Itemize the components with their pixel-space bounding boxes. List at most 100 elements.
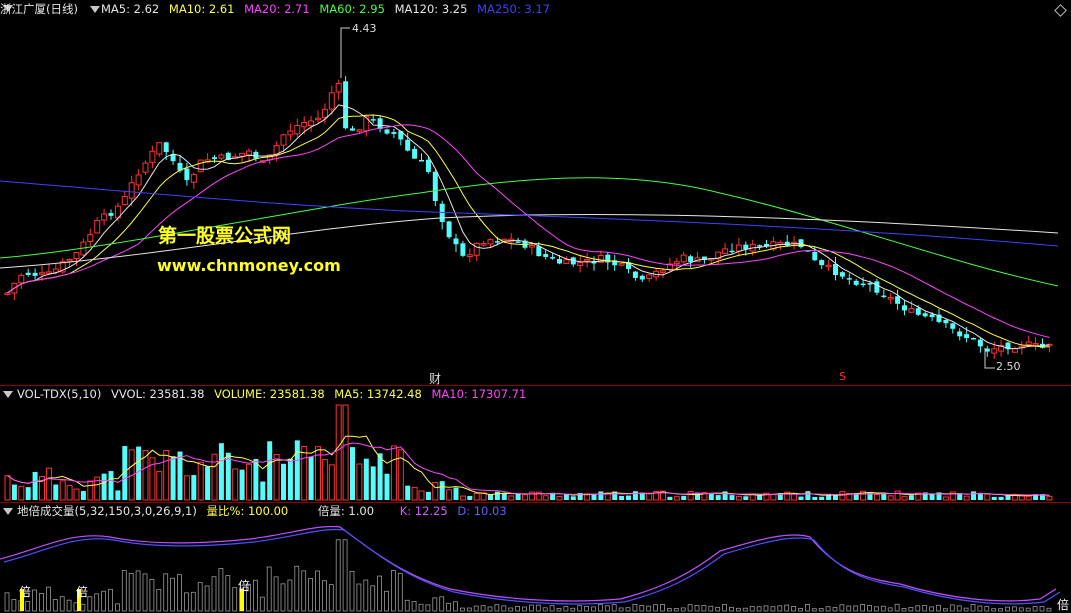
ratio-bar	[183, 592, 189, 612]
candlestick	[853, 278, 859, 287]
ratio-bar	[894, 603, 900, 612]
ratio-bar	[52, 599, 58, 612]
ratio-bar	[80, 603, 86, 612]
candlestick	[722, 242, 729, 254]
vol-ma5-value: MA5: 13742.48	[334, 387, 422, 401]
volume-bar	[418, 490, 425, 501]
volume-bar	[1018, 495, 1025, 501]
ratio-bar	[846, 605, 852, 612]
volume-bar	[984, 493, 991, 501]
ratio-bar	[494, 604, 500, 612]
ratio-bar	[149, 578, 155, 612]
volume-bar	[977, 493, 983, 500]
ratio-bar	[639, 604, 645, 612]
volume-bar	[397, 449, 404, 501]
volume-bar	[384, 473, 390, 500]
ratio-bar	[101, 590, 106, 612]
candlestick	[391, 128, 397, 139]
volume-bar	[136, 446, 142, 500]
ratio-bar	[963, 607, 969, 612]
candlestick	[632, 270, 638, 281]
volume-bar	[667, 496, 673, 500]
ratio-bar	[667, 608, 672, 612]
ratio-bar	[273, 576, 279, 612]
d-line	[3, 528, 1061, 605]
volume-bar	[328, 464, 335, 501]
volume-bar	[819, 496, 825, 500]
volume-bar	[287, 458, 293, 500]
candlestick	[419, 153, 424, 162]
volume-bar	[646, 492, 653, 501]
volume-bar	[267, 441, 273, 500]
candlestick	[543, 250, 549, 260]
volume-bar	[211, 453, 218, 501]
bei-label-3: 倍	[238, 579, 251, 593]
candlestick	[377, 115, 383, 133]
ratio-bar	[25, 600, 31, 612]
candlestick	[184, 162, 190, 186]
volume-bar	[812, 496, 818, 500]
volume-bar	[432, 481, 439, 501]
candlestick	[881, 289, 887, 299]
ratio-bar	[563, 606, 569, 612]
candlestick	[315, 110, 321, 123]
ratio-bar	[142, 573, 148, 612]
volume-bar	[239, 469, 245, 500]
ratio-bar	[625, 607, 631, 612]
volume-bar	[626, 495, 631, 500]
ratio-bar	[411, 601, 417, 612]
ratio-bar	[294, 565, 300, 612]
candlestick	[412, 145, 418, 159]
menu-triangle-icon[interactable]	[90, 6, 100, 13]
ratio-bar	[708, 605, 714, 612]
ratio-bar	[929, 606, 934, 612]
ratio-bar	[259, 596, 265, 612]
volume-bar	[805, 491, 811, 500]
volume-collapse-icon[interactable]	[3, 391, 13, 398]
candlestick	[957, 328, 963, 341]
volume-bar	[66, 485, 73, 501]
volume-bar	[53, 484, 59, 500]
ratio-bar	[473, 605, 479, 612]
volume-value: VOLUME: 23581.38	[214, 387, 325, 401]
volume-bar	[446, 489, 453, 501]
ratio-bar	[301, 570, 307, 612]
signal-s-marker[interactable]: S	[839, 370, 846, 383]
volume-bar	[687, 491, 694, 501]
high-price-label: 4.43	[352, 22, 377, 35]
indicator-collapse-icon[interactable]	[3, 508, 13, 515]
volume-chart[interactable]	[0, 402, 1071, 502]
volume-bar	[59, 480, 66, 501]
ratio-bar	[908, 606, 914, 612]
candlestick	[432, 170, 438, 207]
volume-bar	[598, 491, 604, 500]
volume-bar	[260, 481, 266, 500]
volume-bar	[101, 473, 107, 500]
ratio-bar	[770, 606, 776, 612]
candlestick	[777, 240, 784, 251]
price-chart[interactable]	[0, 18, 1071, 388]
volume-bar	[308, 456, 314, 500]
ratio-bar	[653, 604, 658, 612]
candlestick	[287, 123, 294, 141]
panel-diamond-icon[interactable]	[1054, 4, 1067, 17]
candlestick	[577, 254, 584, 273]
candlestick	[846, 273, 852, 285]
candlestick	[819, 259, 825, 270]
candlestick	[101, 208, 108, 226]
volume-bar	[515, 493, 521, 500]
volume-bar	[839, 491, 846, 501]
ratio-bar	[11, 599, 17, 612]
candlestick	[922, 311, 928, 318]
ratio-bar	[991, 608, 997, 612]
indicator-chart[interactable]	[0, 519, 1071, 613]
ratio-bar	[4, 592, 10, 612]
ratio-bar	[742, 607, 748, 612]
ratio-bar	[384, 590, 389, 612]
ratio-bar	[1039, 606, 1045, 612]
ratio-bar	[680, 607, 686, 612]
volume-bar	[197, 461, 204, 501]
candlestick	[833, 256, 838, 281]
ratio-bar	[956, 605, 962, 612]
ratio-bar	[984, 606, 990, 612]
